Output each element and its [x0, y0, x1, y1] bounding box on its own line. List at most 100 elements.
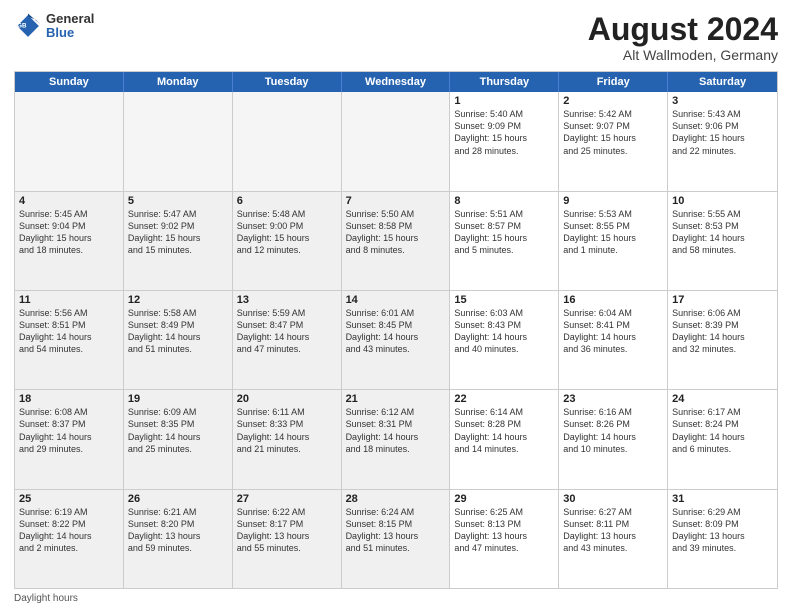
logo-general: General	[46, 12, 94, 26]
cal-cell-22: 22Sunrise: 6:14 AM Sunset: 8:28 PM Dayli…	[450, 390, 559, 488]
cal-cell-21: 21Sunrise: 6:12 AM Sunset: 8:31 PM Dayli…	[342, 390, 451, 488]
day-number: 6	[237, 195, 337, 207]
day-number: 24	[672, 393, 773, 405]
cal-cell-4: 4Sunrise: 5:45 AM Sunset: 9:04 PM Daylig…	[15, 192, 124, 290]
cell-daylight-info: Sunrise: 6:25 AM Sunset: 8:13 PM Dayligh…	[454, 506, 554, 555]
day-number: 23	[563, 393, 663, 405]
cal-cell-5: 5Sunrise: 5:47 AM Sunset: 9:02 PM Daylig…	[124, 192, 233, 290]
cal-cell-2: 2Sunrise: 5:42 AM Sunset: 9:07 PM Daylig…	[559, 92, 668, 190]
day-number: 11	[19, 294, 119, 306]
day-number: 18	[19, 393, 119, 405]
footer: Daylight hours	[14, 593, 778, 604]
day-number: 30	[563, 493, 663, 505]
cal-cell-25: 25Sunrise: 6:19 AM Sunset: 8:22 PM Dayli…	[15, 490, 124, 588]
cell-daylight-info: Sunrise: 5:50 AM Sunset: 8:58 PM Dayligh…	[346, 208, 446, 257]
footer-label: Daylight hours	[14, 593, 78, 604]
cell-daylight-info: Sunrise: 6:04 AM Sunset: 8:41 PM Dayligh…	[563, 307, 663, 356]
cell-daylight-info: Sunrise: 5:56 AM Sunset: 8:51 PM Dayligh…	[19, 307, 119, 356]
cal-cell-27: 27Sunrise: 6:22 AM Sunset: 8:17 PM Dayli…	[233, 490, 342, 588]
cell-daylight-info: Sunrise: 5:55 AM Sunset: 8:53 PM Dayligh…	[672, 208, 773, 257]
logo-blue-text: Blue	[46, 26, 94, 40]
day-number: 26	[128, 493, 228, 505]
cal-cell-29: 29Sunrise: 6:25 AM Sunset: 8:13 PM Dayli…	[450, 490, 559, 588]
day-header-tuesday: Tuesday	[233, 72, 342, 92]
day-number: 19	[128, 393, 228, 405]
cal-cell-empty-0-1	[124, 92, 233, 190]
cal-cell-12: 12Sunrise: 5:58 AM Sunset: 8:49 PM Dayli…	[124, 291, 233, 389]
cal-cell-10: 10Sunrise: 5:55 AM Sunset: 8:53 PM Dayli…	[668, 192, 777, 290]
cal-cell-16: 16Sunrise: 6:04 AM Sunset: 8:41 PM Dayli…	[559, 291, 668, 389]
cal-cell-14: 14Sunrise: 6:01 AM Sunset: 8:45 PM Dayli…	[342, 291, 451, 389]
cal-cell-13: 13Sunrise: 5:59 AM Sunset: 8:47 PM Dayli…	[233, 291, 342, 389]
cal-cell-empty-0-2	[233, 92, 342, 190]
cell-daylight-info: Sunrise: 5:53 AM Sunset: 8:55 PM Dayligh…	[563, 208, 663, 257]
day-number: 20	[237, 393, 337, 405]
day-number: 4	[19, 195, 119, 207]
cell-daylight-info: Sunrise: 6:06 AM Sunset: 8:39 PM Dayligh…	[672, 307, 773, 356]
generalblue-logo-icon: GB	[14, 12, 42, 40]
cell-daylight-info: Sunrise: 5:48 AM Sunset: 9:00 PM Dayligh…	[237, 208, 337, 257]
cell-daylight-info: Sunrise: 6:01 AM Sunset: 8:45 PM Dayligh…	[346, 307, 446, 356]
logo: GB General Blue	[14, 12, 94, 41]
day-number: 1	[454, 95, 554, 107]
cal-cell-15: 15Sunrise: 6:03 AM Sunset: 8:43 PM Dayli…	[450, 291, 559, 389]
cal-cell-18: 18Sunrise: 6:08 AM Sunset: 8:37 PM Dayli…	[15, 390, 124, 488]
cell-daylight-info: Sunrise: 6:17 AM Sunset: 8:24 PM Dayligh…	[672, 406, 773, 455]
day-number: 16	[563, 294, 663, 306]
day-number: 21	[346, 393, 446, 405]
cal-cell-19: 19Sunrise: 6:09 AM Sunset: 8:35 PM Dayli…	[124, 390, 233, 488]
cell-daylight-info: Sunrise: 5:42 AM Sunset: 9:07 PM Dayligh…	[563, 108, 663, 157]
cell-daylight-info: Sunrise: 5:40 AM Sunset: 9:09 PM Dayligh…	[454, 108, 554, 157]
day-number: 12	[128, 294, 228, 306]
cell-daylight-info: Sunrise: 6:12 AM Sunset: 8:31 PM Dayligh…	[346, 406, 446, 455]
cal-cell-1: 1Sunrise: 5:40 AM Sunset: 9:09 PM Daylig…	[450, 92, 559, 190]
logo-text: General Blue	[46, 12, 94, 41]
cal-cell-24: 24Sunrise: 6:17 AM Sunset: 8:24 PM Dayli…	[668, 390, 777, 488]
calendar-header: SundayMondayTuesdayWednesdayThursdayFrid…	[15, 72, 777, 92]
cell-daylight-info: Sunrise: 6:09 AM Sunset: 8:35 PM Dayligh…	[128, 406, 228, 455]
cal-cell-23: 23Sunrise: 6:16 AM Sunset: 8:26 PM Dayli…	[559, 390, 668, 488]
cell-daylight-info: Sunrise: 5:47 AM Sunset: 9:02 PM Dayligh…	[128, 208, 228, 257]
cal-cell-31: 31Sunrise: 6:29 AM Sunset: 8:09 PM Dayli…	[668, 490, 777, 588]
cal-cell-8: 8Sunrise: 5:51 AM Sunset: 8:57 PM Daylig…	[450, 192, 559, 290]
cal-cell-7: 7Sunrise: 5:50 AM Sunset: 8:58 PM Daylig…	[342, 192, 451, 290]
calendar-title: August 2024	[588, 12, 778, 47]
calendar-row-4: 25Sunrise: 6:19 AM Sunset: 8:22 PM Dayli…	[15, 489, 777, 588]
title-block: August 2024 Alt Wallmoden, Germany	[588, 12, 778, 63]
calendar-row-1: 4Sunrise: 5:45 AM Sunset: 9:04 PM Daylig…	[15, 191, 777, 290]
cal-cell-20: 20Sunrise: 6:11 AM Sunset: 8:33 PM Dayli…	[233, 390, 342, 488]
cell-daylight-info: Sunrise: 6:27 AM Sunset: 8:11 PM Dayligh…	[563, 506, 663, 555]
day-number: 13	[237, 294, 337, 306]
day-header-thursday: Thursday	[450, 72, 559, 92]
cell-daylight-info: Sunrise: 5:45 AM Sunset: 9:04 PM Dayligh…	[19, 208, 119, 257]
cell-daylight-info: Sunrise: 6:19 AM Sunset: 8:22 PM Dayligh…	[19, 506, 119, 555]
day-number: 9	[563, 195, 663, 207]
calendar-row-2: 11Sunrise: 5:56 AM Sunset: 8:51 PM Dayli…	[15, 290, 777, 389]
cell-daylight-info: Sunrise: 6:22 AM Sunset: 8:17 PM Dayligh…	[237, 506, 337, 555]
cal-cell-26: 26Sunrise: 6:21 AM Sunset: 8:20 PM Dayli…	[124, 490, 233, 588]
day-number: 17	[672, 294, 773, 306]
cal-cell-30: 30Sunrise: 6:27 AM Sunset: 8:11 PM Dayli…	[559, 490, 668, 588]
page: GB General Blue August 2024 Alt Wallmode…	[0, 0, 792, 612]
cell-daylight-info: Sunrise: 6:14 AM Sunset: 8:28 PM Dayligh…	[454, 406, 554, 455]
day-number: 3	[672, 95, 773, 107]
day-number: 8	[454, 195, 554, 207]
cell-daylight-info: Sunrise: 5:59 AM Sunset: 8:47 PM Dayligh…	[237, 307, 337, 356]
cell-daylight-info: Sunrise: 6:29 AM Sunset: 8:09 PM Dayligh…	[672, 506, 773, 555]
day-number: 29	[454, 493, 554, 505]
day-header-friday: Friday	[559, 72, 668, 92]
calendar-body: 1Sunrise: 5:40 AM Sunset: 9:09 PM Daylig…	[15, 92, 777, 588]
cell-daylight-info: Sunrise: 5:43 AM Sunset: 9:06 PM Dayligh…	[672, 108, 773, 157]
cell-daylight-info: Sunrise: 6:24 AM Sunset: 8:15 PM Dayligh…	[346, 506, 446, 555]
cell-daylight-info: Sunrise: 6:11 AM Sunset: 8:33 PM Dayligh…	[237, 406, 337, 455]
day-number: 7	[346, 195, 446, 207]
cell-daylight-info: Sunrise: 5:58 AM Sunset: 8:49 PM Dayligh…	[128, 307, 228, 356]
cal-cell-17: 17Sunrise: 6:06 AM Sunset: 8:39 PM Dayli…	[668, 291, 777, 389]
cal-cell-3: 3Sunrise: 5:43 AM Sunset: 9:06 PM Daylig…	[668, 92, 777, 190]
day-number: 5	[128, 195, 228, 207]
cal-cell-empty-0-0	[15, 92, 124, 190]
day-number: 2	[563, 95, 663, 107]
day-header-saturday: Saturday	[668, 72, 777, 92]
day-number: 25	[19, 493, 119, 505]
day-number: 28	[346, 493, 446, 505]
